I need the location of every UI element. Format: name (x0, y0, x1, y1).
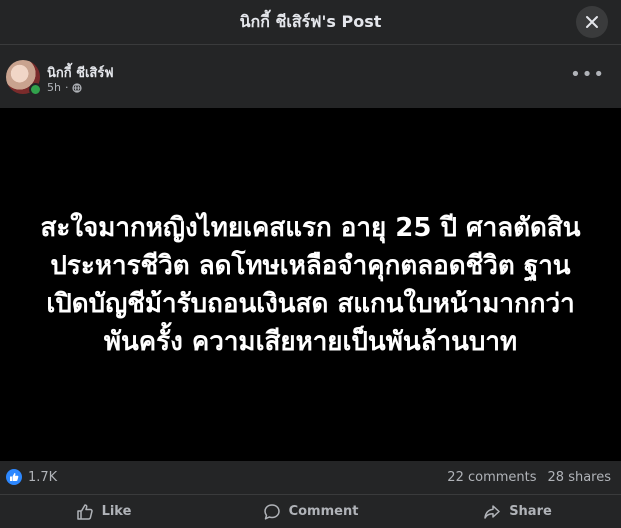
post-text-line: พันครั้ง ความเสียหายเป็นพันล้านบาท (103, 326, 518, 357)
thumbs-up-icon (76, 503, 93, 520)
post-actions: Like Comment Share (0, 494, 621, 528)
post-text-line: สะใจมากหญิงไทยเคสแรก อายุ 25 ปี ศาลตัดสิ… (40, 212, 581, 243)
more-icon: ••• (570, 64, 605, 85)
post-stats: 1.7K 22 comments 28 shares (0, 462, 621, 492)
post-text-line: เปิดบัญชีม้ารับถอนเงินสด สแกนใบหน้ามากกว… (46, 288, 575, 319)
like-button[interactable]: Like (0, 495, 207, 528)
post-header: นิกกี้ ชีเสิร์ฟ 5h · ••• (0, 50, 621, 108)
share-icon (484, 504, 500, 519)
reaction-count[interactable]: 1.7K (28, 470, 57, 485)
close-icon (586, 16, 598, 28)
author-name[interactable]: นิกกี้ ชีเสิร์ฟ (47, 62, 114, 83)
separator-dot: · (64, 81, 69, 94)
like-reaction-icon[interactable] (6, 469, 22, 485)
post-dialog-header: นิกกี้ ชีเสิร์ฟ's Post (0, 0, 621, 45)
comment-button[interactable]: Comment (207, 495, 414, 528)
comment-icon (263, 503, 280, 520)
post-meta: 5h · (47, 81, 83, 94)
share-count[interactable]: 28 shares (548, 470, 611, 485)
post-time[interactable]: 5h (47, 81, 61, 94)
post-text-line: ประหารชีวิต ลดโทษเหลือจำคุกตลอดชีวิต ฐาน (50, 250, 571, 281)
comment-count[interactable]: 22 comments (447, 470, 536, 485)
dialog-title: นิกกี้ ชีเสิร์ฟ's Post (239, 11, 382, 31)
comment-label: Comment (288, 504, 359, 519)
like-label: Like (101, 504, 132, 519)
share-button[interactable]: Share (414, 495, 621, 528)
post-image-text: สะใจมากหญิงไทยเคสแรก อายุ 25 ปี ศาลตัดสิ… (16, 209, 606, 361)
more-options-button[interactable]: ••• (570, 66, 605, 84)
post-image[interactable]: สะใจมากหญิงไทยเคสแรก อายุ 25 ปี ศาลตัดสิ… (0, 108, 621, 461)
share-label: Share (509, 504, 552, 519)
avatar[interactable] (6, 60, 42, 96)
close-button[interactable] (576, 6, 608, 38)
globe-icon[interactable] (72, 82, 83, 93)
online-status-dot (29, 83, 42, 96)
